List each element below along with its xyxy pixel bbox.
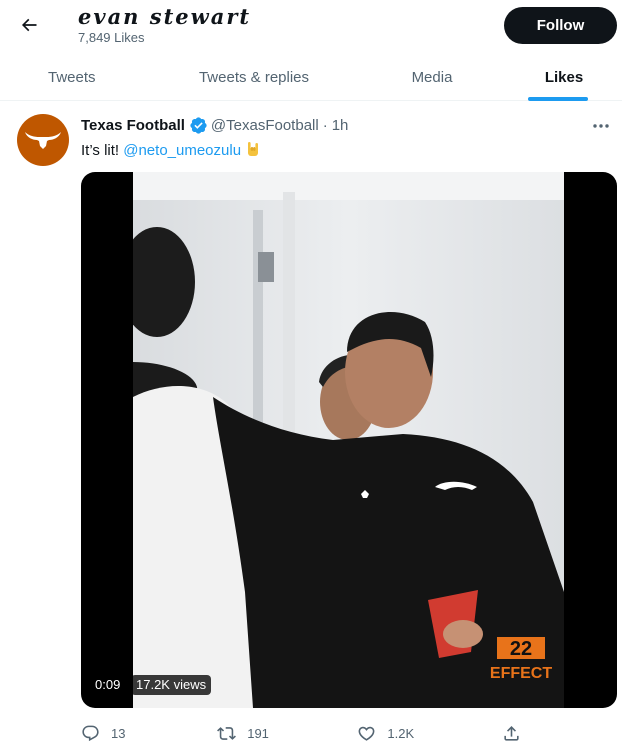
author-name[interactable]: Texas Football [81, 117, 185, 134]
tab-likes[interactable]: Likes [506, 53, 622, 101]
reply-icon [82, 725, 99, 741]
more-dots-icon [593, 124, 609, 128]
reply-count: 13 [111, 725, 126, 741]
tab-label: Tweets & replies [198, 68, 310, 86]
retweet-button[interactable]: 191 [217, 718, 357, 748]
video-views: 17.2K views [131, 675, 212, 695]
retweet-icon [217, 726, 237, 740]
share-button[interactable] [502, 718, 541, 748]
avatar[interactable] [17, 114, 69, 166]
likes-count: 7,849 Likes [78, 30, 145, 45]
tab-label: Tweets [48, 68, 96, 86]
longhorn-logo-icon [25, 132, 61, 149]
tweet-time[interactable]: 1h [332, 117, 349, 134]
mention-link[interactable]: @neto_umeozulu [123, 142, 241, 159]
profile-title-block: evan stewart 7,849 Likes [78, 4, 251, 46]
tweet-text: It’s lit! @neto_umeozulu [81, 140, 262, 164]
video-frame: 22 EFFECT [133, 172, 564, 708]
video-timer: 0:09 [95, 677, 121, 692]
like-count: 1.2K [387, 725, 415, 741]
tweet[interactable]: Texas Football @TexasFootball · 1h It’s … [0, 102, 622, 750]
rock-on-hand-icon [244, 140, 262, 164]
like-button[interactable]: 1.2K [357, 718, 501, 748]
author-handle[interactable]: @TexasFootball [211, 117, 319, 134]
profile-name: evan stewart [78, 4, 252, 29]
tab-media[interactable]: Media [358, 53, 506, 101]
verified-badge-icon [189, 116, 208, 135]
reply-button[interactable]: 13 [81, 718, 217, 748]
arrow-left-icon [21, 18, 37, 32]
tab-label: Media [411, 68, 453, 86]
tab-tweets-replies[interactable]: Tweets & replies [150, 53, 358, 101]
tab-label: Likes [544, 68, 584, 86]
tweet-actions: 13 191 1.2K [81, 718, 541, 748]
heart-icon [358, 726, 375, 741]
follow-button[interactable]: Follow [504, 7, 617, 44]
more-options-button[interactable] [588, 116, 614, 136]
active-tab-indicator [528, 97, 588, 101]
tweet-header: Texas Football @TexasFootball · 1h [81, 115, 582, 135]
profile-header: evan stewart 7,849 Likes Follow [0, 0, 622, 53]
tweet-text-body: It’s lit! [81, 142, 124, 159]
separator-dot: · [322, 116, 328, 134]
overlay-number: 22 [510, 638, 532, 660]
overlay-word: EFFECT [490, 665, 552, 682]
video-player[interactable]: 22 EFFECT 0:09 17.2K views [81, 172, 617, 708]
profile-tabs: Tweets Tweets & replies Media Likes [0, 53, 622, 101]
share-icon [503, 725, 519, 741]
tab-tweets[interactable]: Tweets [0, 53, 150, 101]
retweet-count: 191 [247, 725, 269, 741]
back-button[interactable] [12, 8, 46, 42]
